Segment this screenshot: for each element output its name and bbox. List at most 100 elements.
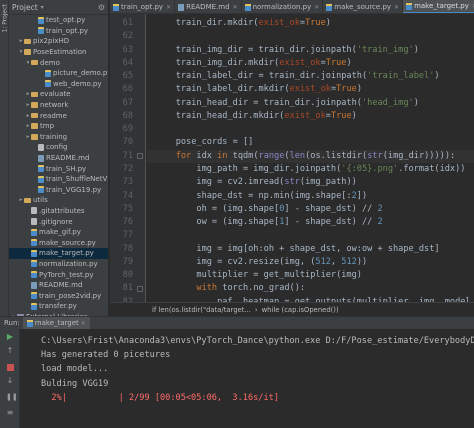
tree-folder[interactable]: ▸ readme	[9, 110, 108, 121]
tree-item-label: .gitattributes	[39, 206, 85, 215]
editor-tab[interactable]: train_opt.py ✕	[110, 0, 176, 13]
python-file-icon	[38, 27, 44, 35]
code-token: train_label_dir.mkdir(	[155, 84, 290, 95]
code-line: with torch.no_grad():	[155, 282, 305, 295]
tree-folder[interactable]: ▸ utils	[9, 195, 108, 206]
tree-file[interactable]: train_opt.py	[9, 26, 108, 37]
editor-tab-label: make_target.py	[414, 2, 469, 10]
tree-file[interactable]: train_pose2vid.py	[9, 290, 108, 301]
tree-file[interactable]: web_demo.py	[9, 79, 108, 90]
tree-file[interactable]: picture_demo.py	[9, 68, 108, 79]
tree-file[interactable]: train_ShuffleNetV2	[9, 174, 108, 185]
tree-folder[interactable]: ▸ evaluate	[9, 89, 108, 100]
code-token: ] - shape_dst) //	[284, 217, 378, 228]
tree-item-label: PyTorch_test.py	[39, 270, 94, 279]
code-token: ,	[330, 256, 342, 267]
editor-tab[interactable]: make_target.py✕	[403, 0, 474, 13]
close-icon[interactable]: ✕	[166, 4, 171, 11]
code-token: )	[413, 97, 419, 108]
code-token: ])	[356, 190, 368, 201]
stop-icon[interactable]	[6, 363, 14, 371]
code-token: 'train_label'	[367, 71, 435, 82]
project-panel-title[interactable]: Project	[12, 3, 38, 12]
tree-item-label: train_pose2vid.py	[39, 291, 102, 300]
scroll-down-icon[interactable]: ↓	[6, 377, 14, 385]
tree-item-label: make_gif.py	[39, 228, 81, 237]
line-number: 76	[122, 217, 133, 228]
code-token: exist_ok	[258, 18, 300, 28]
code-token: (img_path))	[299, 177, 357, 188]
line-number: 77	[122, 230, 133, 241]
chevron-down-icon[interactable]: ▾	[41, 4, 44, 11]
close-icon[interactable]: ✕	[233, 4, 238, 11]
tree-file[interactable]: make_source.py	[9, 237, 108, 248]
code-token: 512	[315, 256, 331, 267]
tree-folder[interactable]: ▸ network	[9, 100, 108, 111]
tree-folder[interactable]: ▸ pix2pixHD	[9, 36, 108, 47]
python-file-icon	[38, 175, 44, 183]
tree-file[interactable]: train_SH.py	[9, 163, 108, 174]
code-token: train_img_dir = train_dir.joinpath(	[155, 44, 357, 55]
project-tree: test_opt.py train_opt.py ▸ pix2pixHD ▾ PoseEs…	[9, 15, 108, 316]
console-line: Has generated 0 picetures	[41, 350, 171, 361]
breadcrumb: if len(os.listdir("data/target... › whil…	[110, 302, 474, 316]
tree-file[interactable]: PyTorch_test.py	[9, 269, 108, 280]
editor-tab[interactable]: normalization.py ✕	[242, 0, 324, 13]
code-token: exist_ok	[289, 84, 331, 95]
tree-file[interactable]: normalization.py	[9, 259, 108, 270]
rerun-icon[interactable]: ▶	[6, 333, 14, 341]
close-icon[interactable]: ✕	[394, 4, 399, 11]
tree-file[interactable]: config	[9, 142, 108, 153]
tree-file[interactable]: transfer.py	[9, 301, 108, 312]
pause-icon[interactable]: ❚❚	[6, 393, 18, 401]
markdown-file-icon	[178, 3, 185, 11]
folder-icon	[24, 38, 31, 45]
python-file-icon	[45, 69, 51, 77]
python-file-icon	[38, 165, 44, 173]
code-token: idx	[191, 150, 218, 161]
code-line: img_path = img_dir.joinpath('{:05}.png'.…	[155, 163, 465, 176]
project-tool-window-button[interactable]: 1: Project	[2, 4, 9, 32]
tree-file[interactable]: test_opt.py	[9, 15, 108, 26]
code-token: in	[217, 150, 228, 161]
folder-icon	[24, 49, 31, 55]
breadcrumb-item-while[interactable]: while (cap.isOpened())	[262, 306, 339, 314]
python-file-icon	[31, 260, 37, 268]
editor-tab[interactable]: README.md ✕	[175, 0, 242, 13]
tree-file[interactable]: README.md	[9, 280, 108, 291]
fold-marker-icon[interactable]	[137, 153, 143, 160]
code-token: exist_ok	[279, 57, 321, 68]
tree-item-label: train_ShuffleNetV2	[46, 175, 109, 184]
code-token: True	[330, 110, 352, 121]
scroll-up-icon[interactable]: ↑	[6, 347, 14, 355]
tree-folder[interactable]: ▾ demo	[9, 57, 108, 68]
tree-item-label: tmp	[40, 122, 55, 131]
folder-icon	[31, 91, 38, 98]
tree-folder[interactable]: ▾ PoseEstimation	[9, 47, 108, 58]
tree-file[interactable]: README.md	[9, 153, 108, 164]
tree-file[interactable]: make_gif.py	[9, 227, 108, 238]
editor-tab[interactable]: make_source.py ✕	[323, 0, 404, 13]
soft-wrap-icon[interactable]: ≡	[6, 409, 14, 417]
tree-file[interactable]: train_VGG19.py	[9, 185, 108, 196]
console-line: load model...	[41, 364, 109, 375]
tree-folder[interactable]: ▸ training	[9, 132, 108, 143]
editor-tab-label: normalization.py	[252, 3, 312, 11]
close-icon[interactable]: ✕	[81, 320, 86, 327]
close-icon[interactable]: ✕	[314, 4, 319, 11]
tree-file[interactable]: .gitignore	[9, 216, 108, 227]
run-console-output[interactable]: C:\Users\Frist\Anaconda3\envs\PyTorch_Da…	[21, 329, 474, 428]
code-editor[interactable]: train_dir.mkdir(exist_ok=True) train_img…	[147, 14, 474, 302]
run-tab-make-target[interactable]: make_target ✕	[22, 317, 90, 329]
tree-folder[interactable]: ▸ tmp	[9, 121, 108, 132]
tree-file[interactable]: .gitattributes	[9, 206, 108, 217]
gear-icon[interactable]: ⚙	[98, 3, 105, 12]
line-number: 74	[122, 190, 133, 201]
code-line: img = img[oh:oh + shape_dst, ow:ow + sha…	[155, 243, 439, 256]
code-token: len	[289, 150, 306, 161]
breadcrumb-item-if[interactable]: if len(os.listdir("data/target...	[152, 306, 251, 314]
tree-file[interactable]: make_target.py	[9, 248, 108, 259]
fold-marker-icon[interactable]	[137, 285, 143, 292]
